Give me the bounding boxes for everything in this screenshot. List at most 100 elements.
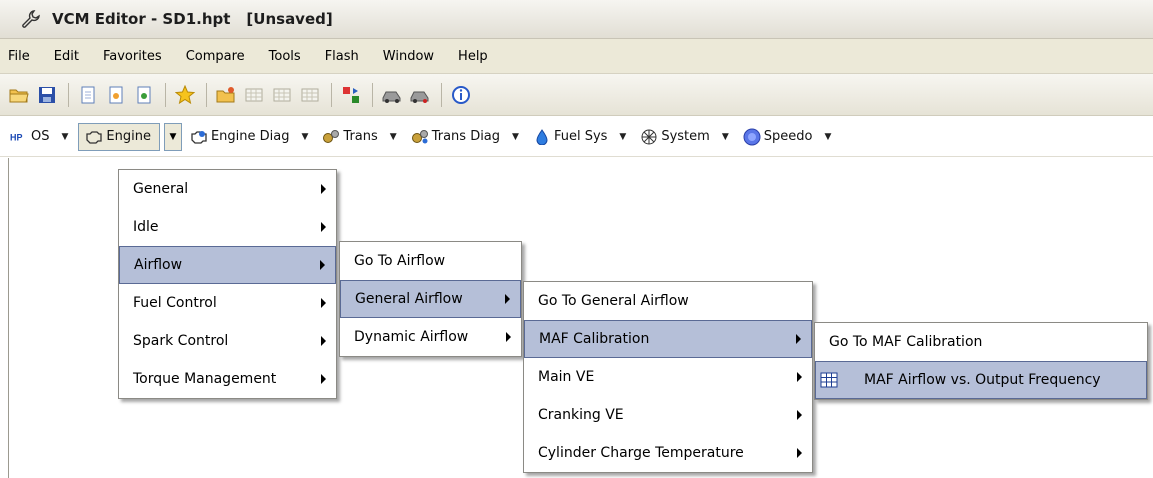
submenu-arrow-icon (797, 372, 802, 382)
fan-icon (640, 128, 658, 146)
tab-engine-diag[interactable]: Engine Diag (186, 123, 294, 151)
tab-speedo-label: Speedo (763, 129, 813, 144)
page-icon[interactable] (75, 82, 101, 108)
document-go-icon[interactable] (131, 82, 157, 108)
gears-diag-icon (411, 128, 429, 146)
compare-icon[interactable] (338, 82, 364, 108)
menu-edit[interactable]: Edit (44, 49, 89, 64)
tab-engine-diag-label: Engine Diag (210, 129, 290, 144)
tab-trans-dropdown[interactable]: ▼ (390, 132, 397, 142)
fuel-drop-icon (533, 128, 551, 146)
menu-favorites[interactable]: Favorites (93, 49, 172, 64)
menu-item-airflow[interactable]: Airflow (119, 246, 336, 284)
grid-compare-icon[interactable] (297, 82, 323, 108)
tab-system[interactable]: System (636, 123, 713, 151)
wrench-icon (22, 10, 40, 28)
toolbar-separator (441, 82, 442, 107)
tab-system-dropdown[interactable]: ▼ (722, 132, 729, 142)
submenu-arrow-icon (321, 184, 326, 194)
car-go-icon[interactable] (407, 82, 433, 108)
menu-item-maf-calibration[interactable]: MAF Calibration (524, 320, 812, 358)
menu-file[interactable]: File (0, 49, 40, 64)
toolbar-separator (68, 82, 69, 107)
tab-trans[interactable]: Trans (318, 123, 381, 151)
menu-help[interactable]: Help (448, 49, 498, 64)
submenu-arrow-icon (321, 222, 326, 232)
submenu-arrow-icon (321, 374, 326, 384)
title-bar: VCM Editor - SD1.hpt [Unsaved] (0, 0, 1153, 39)
tab-os[interactable]: HP OS (6, 123, 53, 151)
menu-item-go-to-airflow[interactable]: Go To Airflow (340, 242, 521, 280)
submenu-arrow-icon (321, 336, 326, 346)
tab-fuel-sys-label: Fuel Sys (553, 129, 608, 144)
menu-item-maf-airflow-vs-output-frequency[interactable]: MAF Airflow vs. Output Frequency (815, 361, 1147, 399)
menu-window[interactable]: Window (373, 49, 444, 64)
car-icon[interactable] (379, 82, 405, 108)
tab-engine-diag-dropdown[interactable]: ▼ (302, 132, 309, 142)
menu-item-spark-control[interactable]: Spark Control (119, 322, 336, 360)
engine-diag-icon (190, 128, 208, 146)
toolbar-separator (206, 82, 207, 107)
submenu-arrow-icon (320, 260, 325, 270)
tab-trans-diag-dropdown[interactable]: ▼ (512, 132, 519, 142)
info-icon[interactable] (448, 82, 474, 108)
menu-item-main-ve[interactable]: Main VE (524, 358, 812, 396)
tab-os-label: OS (31, 129, 50, 144)
tab-fuel-sys[interactable]: Fuel Sys (529, 123, 611, 151)
svg-text:HP: HP (10, 132, 23, 142)
tab-engine-dropdown[interactable]: ▼ (163, 122, 182, 151)
table-grid-icon (820, 371, 838, 389)
hp-logo-icon: HP (10, 128, 28, 146)
tab-fuel-sys-dropdown[interactable]: ▼ (619, 132, 626, 142)
maf-calibration-submenu: Go To MAF Calibration MAF Airflow vs. Ou… (814, 322, 1148, 400)
toolbar-separator (331, 82, 332, 107)
toolbar-separator (165, 82, 166, 107)
tab-trans-label: Trans (343, 129, 378, 144)
gears-icon (322, 128, 340, 146)
tab-speedo[interactable]: Speedo (739, 123, 817, 151)
grid-icon[interactable] (241, 82, 267, 108)
module-tabbar: HP OS ▼ Engine ▼ Engine Diag ▼ Trans ▼ T… (0, 117, 1153, 157)
tab-engine-label: Engine (106, 129, 151, 144)
menu-item-dynamic-airflow[interactable]: Dynamic Airflow (340, 318, 521, 356)
submenu-arrow-icon (797, 410, 802, 420)
unsaved-status: [Unsaved] (246, 10, 333, 28)
submenu-arrow-icon (506, 332, 511, 342)
general-airflow-submenu: Go To General Airflow MAF Calibration Ma… (523, 281, 813, 473)
open-folder-icon[interactable] (6, 82, 32, 108)
menu-item-go-to-maf-calibration[interactable]: Go To MAF Calibration (815, 323, 1147, 361)
menu-item-go-to-general-airflow[interactable]: Go To General Airflow (524, 282, 812, 320)
window-title: VCM Editor - SD1.hpt (52, 10, 231, 28)
favorite-star-icon[interactable] (172, 82, 198, 108)
submenu-arrow-icon (797, 448, 802, 458)
tab-os-dropdown[interactable]: ▼ (61, 132, 68, 142)
menu-item-idle[interactable]: Idle (119, 208, 336, 246)
menu-flash[interactable]: Flash (315, 49, 369, 64)
folder-star-icon[interactable] (213, 82, 239, 108)
menu-bar: File Edit Favorites Compare Tools Flash … (0, 39, 1153, 74)
submenu-arrow-icon (321, 298, 326, 308)
tab-trans-diag[interactable]: Trans Diag (407, 123, 504, 151)
menu-item-general-airflow[interactable]: General Airflow (340, 280, 521, 318)
menu-item-cylinder-charge-temperature[interactable]: Cylinder Charge Temperature (524, 434, 812, 472)
menu-item-general[interactable]: General (119, 170, 336, 208)
submenu-arrow-icon (796, 334, 801, 344)
engine-menu: General Idle Airflow Fuel Control Spark … (118, 169, 337, 399)
tab-trans-diag-label: Trans Diag (431, 129, 501, 144)
airflow-submenu: Go To Airflow General Airflow Dynamic Ai… (339, 241, 522, 357)
menu-item-fuel-control[interactable]: Fuel Control (119, 284, 336, 322)
save-icon[interactable] (34, 82, 60, 108)
menu-item-cranking-ve[interactable]: Cranking VE (524, 396, 812, 434)
tab-engine[interactable]: Engine (78, 122, 160, 151)
toolbar-separator (372, 82, 373, 107)
speedo-icon (743, 128, 761, 146)
tab-system-label: System (661, 129, 710, 144)
menu-item-torque-management[interactable]: Torque Management (119, 360, 336, 398)
document-icon[interactable] (103, 82, 129, 108)
tab-speedo-dropdown[interactable]: ▼ (824, 132, 831, 142)
engine-icon (85, 128, 103, 146)
submenu-arrow-icon (505, 294, 510, 304)
grid-add-icon[interactable] (269, 82, 295, 108)
menu-tools[interactable]: Tools (259, 49, 311, 64)
menu-compare[interactable]: Compare (176, 49, 255, 64)
